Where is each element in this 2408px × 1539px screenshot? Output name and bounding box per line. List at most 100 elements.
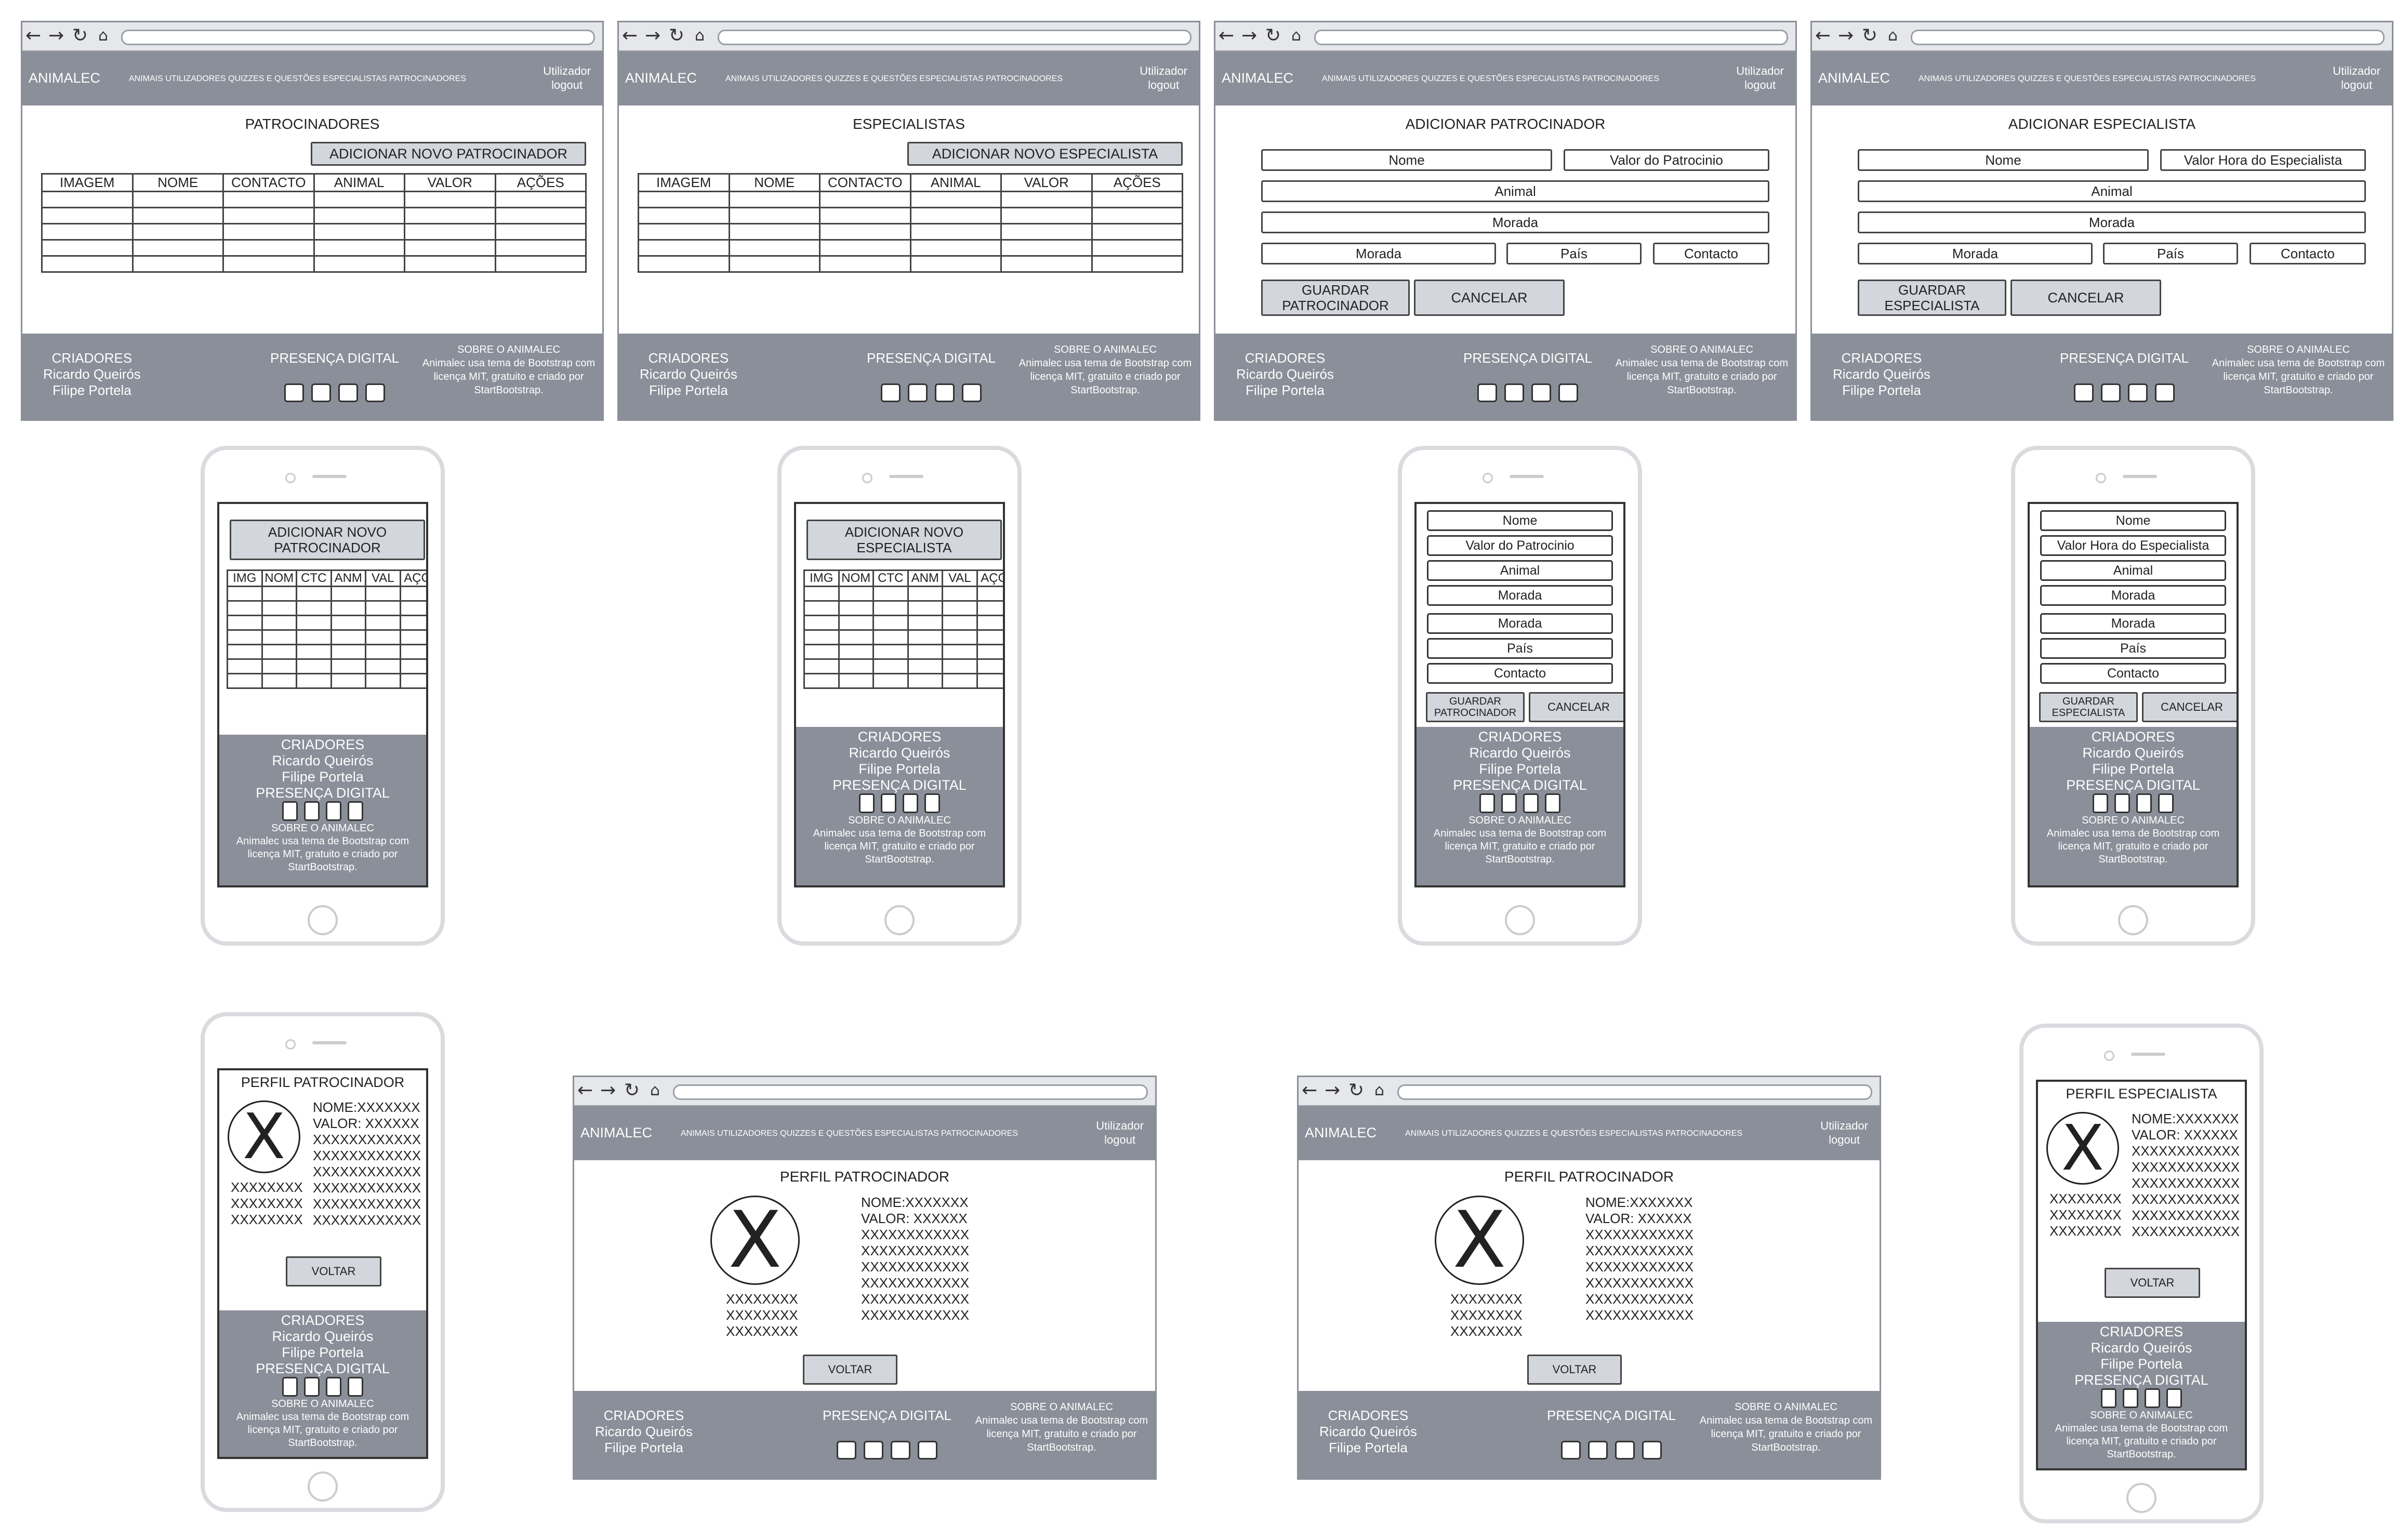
name-input[interactable]: Nome bbox=[1427, 510, 1613, 531]
social-icon[interactable] bbox=[1561, 1441, 1581, 1460]
social-icon[interactable] bbox=[284, 383, 304, 402]
value-input[interactable]: Valor Hora do Especialista bbox=[2160, 149, 2366, 171]
social-icon[interactable] bbox=[918, 1441, 937, 1460]
social-icon[interactable] bbox=[2114, 793, 2130, 813]
home-icon[interactable]: ⌂ bbox=[650, 1080, 660, 1101]
user-menu[interactable]: Utilizador logout bbox=[1096, 1119, 1144, 1147]
address-2-input[interactable]: Morada bbox=[1858, 243, 2093, 264]
main-menu[interactable]: ANIMAIS UTILIZADORES QUIZZES E QUESTÕES … bbox=[681, 1129, 1018, 1138]
back-arrow-icon[interactable]: ← bbox=[1302, 1080, 1317, 1101]
brand-logo[interactable]: ANIMALEC bbox=[625, 70, 697, 86]
user-link[interactable]: Utilizador bbox=[2333, 64, 2380, 78]
social-icon[interactable] bbox=[837, 1441, 856, 1460]
cancel-button[interactable]: CANCELAR bbox=[1414, 280, 1565, 316]
country-input[interactable]: País bbox=[2040, 638, 2226, 659]
social-icon[interactable] bbox=[338, 383, 358, 402]
social-icon[interactable] bbox=[2093, 793, 2108, 813]
social-icon[interactable] bbox=[304, 801, 320, 821]
back-arrow-icon[interactable]: ← bbox=[1219, 25, 1234, 46]
back-arrow-icon[interactable]: ← bbox=[622, 25, 638, 46]
social-icon[interactable] bbox=[1477, 383, 1497, 402]
address-input[interactable]: Morada bbox=[1858, 211, 2366, 233]
user-menu[interactable]: Utilizador logout bbox=[1820, 1119, 1868, 1147]
animal-input[interactable]: Animal bbox=[1858, 180, 2366, 202]
back-button[interactable]: VOLTAR bbox=[803, 1355, 897, 1385]
back-button[interactable]: VOLTAR bbox=[2105, 1268, 2200, 1298]
social-icon[interactable] bbox=[881, 793, 896, 813]
social-icon[interactable] bbox=[348, 1377, 363, 1397]
social-icon[interactable] bbox=[326, 1377, 341, 1397]
social-icon[interactable] bbox=[903, 793, 918, 813]
address-2-input[interactable]: Morada bbox=[2040, 613, 2226, 634]
home-button[interactable] bbox=[2126, 1483, 2156, 1513]
logout-link[interactable]: logout bbox=[1820, 1133, 1868, 1147]
social-icon[interactable] bbox=[935, 383, 955, 402]
animal-input[interactable]: Animal bbox=[1427, 560, 1613, 581]
logout-link[interactable]: logout bbox=[2333, 78, 2380, 92]
user-menu[interactable]: Utilizador logout bbox=[1736, 64, 1784, 92]
address-input[interactable]: Morada bbox=[1261, 211, 1769, 233]
social-icon[interactable] bbox=[365, 383, 385, 402]
social-icon[interactable] bbox=[1642, 1441, 1662, 1460]
contact-input[interactable]: Contacto bbox=[2250, 243, 2366, 264]
country-input[interactable]: País bbox=[1427, 638, 1613, 659]
cancel-button[interactable]: CANCELAR bbox=[1529, 692, 1623, 722]
contact-input[interactable]: Contacto bbox=[1427, 663, 1613, 684]
social-icon[interactable] bbox=[2101, 1388, 2116, 1408]
save-sponsor-button[interactable]: GUARDAR PATROCINADOR bbox=[1261, 280, 1410, 316]
address-bar[interactable] bbox=[1314, 30, 1788, 45]
brand-logo[interactable]: ANIMALEC bbox=[1818, 70, 1890, 86]
animal-input[interactable]: Animal bbox=[2040, 560, 2226, 581]
social-icon[interactable] bbox=[1531, 383, 1551, 402]
forward-arrow-icon[interactable]: → bbox=[48, 25, 64, 46]
social-icon[interactable] bbox=[326, 801, 341, 821]
main-menu[interactable]: ANIMAIS UTILIZADORES QUIZZES E QUESTÕES … bbox=[725, 74, 1063, 84]
logout-link[interactable]: logout bbox=[1736, 78, 1784, 92]
social-icon[interactable] bbox=[2128, 383, 2148, 402]
user-link[interactable]: Utilizador bbox=[1820, 1119, 1868, 1133]
social-icon[interactable] bbox=[1588, 1441, 1608, 1460]
social-icon[interactable] bbox=[1504, 383, 1524, 402]
social-icon[interactable] bbox=[1523, 793, 1539, 813]
animal-input[interactable]: Animal bbox=[1261, 180, 1769, 202]
address-input[interactable]: Morada bbox=[1427, 585, 1613, 606]
user-link[interactable]: Utilizador bbox=[1096, 1119, 1144, 1133]
brand-logo[interactable]: ANIMALEC bbox=[29, 70, 100, 86]
name-input[interactable]: Nome bbox=[2040, 510, 2226, 531]
social-icon[interactable] bbox=[962, 383, 982, 402]
address-bar[interactable] bbox=[1397, 1084, 1872, 1100]
social-icon[interactable] bbox=[1615, 1441, 1635, 1460]
social-icon[interactable] bbox=[891, 1441, 910, 1460]
home-icon[interactable]: ⌂ bbox=[1374, 1080, 1384, 1101]
contact-input[interactable]: Contacto bbox=[1653, 243, 1769, 264]
main-menu[interactable]: ANIMAIS UTILIZADORES QUIZZES E QUESTÕES … bbox=[1919, 74, 2256, 84]
social-icon[interactable] bbox=[881, 383, 901, 402]
country-input[interactable]: País bbox=[1506, 243, 1642, 264]
home-button[interactable] bbox=[308, 1471, 338, 1502]
forward-arrow-icon[interactable]: → bbox=[645, 25, 660, 46]
name-input[interactable]: Nome bbox=[1858, 149, 2149, 171]
user-link[interactable]: Utilizador bbox=[1736, 64, 1784, 78]
contact-input[interactable]: Contacto bbox=[2040, 663, 2226, 684]
home-button[interactable] bbox=[308, 905, 338, 935]
home-icon[interactable]: ⌂ bbox=[695, 25, 705, 46]
forward-arrow-icon[interactable]: → bbox=[1325, 1080, 1340, 1101]
user-menu[interactable]: Utilizador logout bbox=[543, 64, 591, 92]
address-bar[interactable] bbox=[673, 1084, 1148, 1100]
forward-arrow-icon[interactable]: → bbox=[1838, 25, 1854, 46]
home-icon[interactable]: ⌂ bbox=[1291, 25, 1301, 46]
cancel-button[interactable]: CANCELAR bbox=[2142, 692, 2237, 722]
add-sponsor-button[interactable]: ADICIONAR NOVO PATROCINADOR bbox=[311, 142, 586, 166]
forward-arrow-icon[interactable]: → bbox=[1241, 25, 1257, 46]
home-button[interactable] bbox=[1505, 905, 1535, 935]
social-icon[interactable] bbox=[282, 1377, 298, 1397]
social-icon[interactable] bbox=[311, 383, 331, 402]
social-icon[interactable] bbox=[2145, 1388, 2160, 1408]
user-menu[interactable]: Utilizador logout bbox=[2333, 64, 2380, 92]
add-sponsor-button[interactable]: ADICIONAR NOVO PATROCINADOR bbox=[230, 520, 425, 560]
back-arrow-icon[interactable]: ← bbox=[25, 25, 41, 46]
social-icon[interactable] bbox=[2155, 383, 2175, 402]
social-icon[interactable] bbox=[2166, 1388, 2182, 1408]
refresh-icon[interactable]: ↻ bbox=[669, 25, 684, 46]
name-input[interactable]: Nome bbox=[1261, 149, 1552, 171]
